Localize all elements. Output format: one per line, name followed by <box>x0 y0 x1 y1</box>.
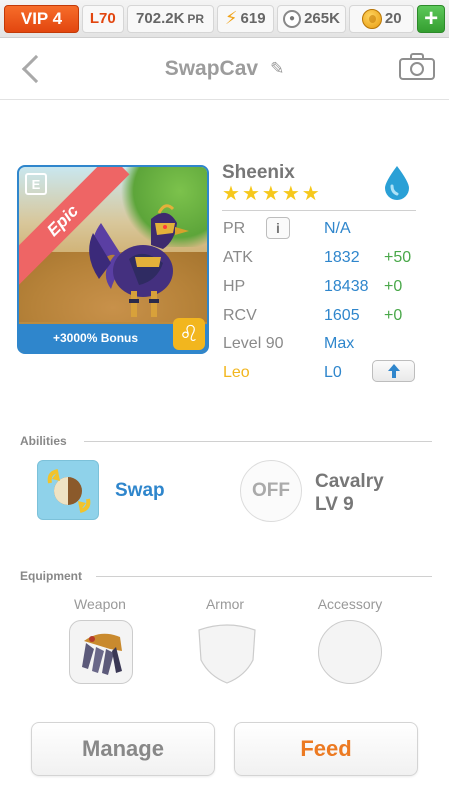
manage-button[interactable]: Manage <box>31 722 215 776</box>
water-element-icon <box>385 166 409 200</box>
player-level: L70 <box>82 4 124 33</box>
food-value: 265K <box>304 10 340 27</box>
coin-icon <box>361 8 382 29</box>
cavalry-ability-name: Cavalry <box>315 471 384 492</box>
star-icon: ★ <box>222 183 240 205</box>
cavalry-ability-toggle[interactable]: OFF <box>240 460 302 522</box>
stat-bonus-atk: +50 <box>384 249 412 266</box>
back-chevron-icon[interactable] <box>20 54 44 84</box>
rooster-creature-image <box>89 204 189 317</box>
stat-label-hp: HP <box>223 278 246 295</box>
swap-icon <box>47 469 91 513</box>
stat-bonus-hp: +0 <box>384 278 403 295</box>
page-header: SwapCav ✎ <box>0 38 449 100</box>
lightning-icon: ⚡ <box>224 8 238 28</box>
coin-counter: 20 <box>349 4 415 33</box>
divider <box>96 576 432 577</box>
ability-off-label: OFF <box>252 480 290 501</box>
star-icon: ★ <box>281 183 300 205</box>
armor-label: Armor <box>205 596 245 612</box>
equipment-heading: Equipment <box>20 569 82 583</box>
stat-value-zodiac: L0 <box>324 364 342 381</box>
creature-name: Sheenix <box>222 162 295 183</box>
arrow-up-icon <box>387 364 400 378</box>
level-text: L70 <box>89 10 116 27</box>
stat-label-rcv: RCV <box>223 307 257 324</box>
camera-icon[interactable] <box>399 52 435 80</box>
stat-value-level: Max <box>324 335 355 352</box>
star-rating: ★ ★ ★ ★ ★ <box>222 183 320 205</box>
cavalry-ability-info: Cavalry LV 9 <box>315 470 384 516</box>
divider <box>222 210 416 211</box>
page-title[interactable]: SwapCav <box>165 57 258 81</box>
weapon-label: Weapon <box>74 596 126 612</box>
armor-slot[interactable] <box>195 620 259 684</box>
leo-zodiac-icon: ♌ <box>173 318 205 350</box>
power-rating: 702.2K PR <box>126 4 214 33</box>
star-icon: ★ <box>241 183 260 205</box>
stat-label-atk: ATK <box>223 249 253 266</box>
stat-label-pr: PR <box>223 220 246 237</box>
resource-bar: VIP 4 L70 702.2K PR ⚡ 619 ● 265K 20 + <box>0 0 449 38</box>
swap-ability-icon[interactable] <box>37 460 99 520</box>
vip-badge[interactable]: VIP 4 <box>4 4 80 33</box>
stat-value-hp: 18438 <box>324 278 369 295</box>
claw-weapon-icon <box>82 633 122 675</box>
creature-portrait[interactable]: Epic E +3000% Bonus ♌ <box>17 165 209 354</box>
star-icon: ★ <box>261 183 280 205</box>
card-icon: E <box>25 173 47 195</box>
food-counter: ● 265K <box>276 4 347 33</box>
info-icon[interactable]: i <box>266 217 290 239</box>
star-icon: ★ <box>301 183 320 205</box>
energy-counter: ⚡ 619 <box>216 4 274 33</box>
coin-value: 20 <box>384 10 402 27</box>
zodiac-upgrade-button[interactable] <box>372 360 415 382</box>
accessory-label: Accessory <box>317 596 383 612</box>
stat-value-rcv: 1605 <box>324 307 360 324</box>
stat-label-zodiac: Leo <box>223 364 250 381</box>
pr-unit: PR <box>187 11 205 26</box>
stat-value-pr: N/A <box>324 220 351 237</box>
feed-button[interactable]: Feed <box>234 722 418 776</box>
accessory-slot[interactable] <box>318 620 382 684</box>
weapon-slot[interactable] <box>69 620 133 684</box>
cavalry-ability-level: LV 9 <box>315 494 354 515</box>
divider <box>84 441 432 442</box>
swap-ability-name[interactable]: Swap <box>115 480 165 502</box>
paw-icon: ● <box>283 9 302 28</box>
add-coins-button[interactable]: + <box>417 4 446 33</box>
stat-value-atk: 1832 <box>324 249 360 266</box>
edit-pencil-icon[interactable]: ✎ <box>270 59 284 79</box>
stat-bonus-rcv: +0 <box>384 307 403 324</box>
energy-value: 619 <box>240 10 266 27</box>
abilities-heading: Abilities <box>20 434 67 448</box>
pr-value: 702.2K <box>136 10 185 27</box>
stat-label-level: Level 90 <box>223 335 284 352</box>
